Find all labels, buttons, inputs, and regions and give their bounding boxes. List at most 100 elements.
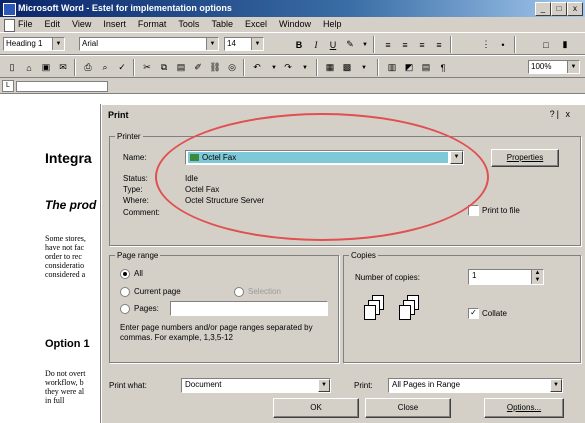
show-hide-icon[interactable]: ¶ [435, 60, 451, 75]
new-document-icon[interactable]: ▯ [4, 60, 20, 75]
toolbar-separator [514, 36, 516, 53]
numbering-icon[interactable]: ⋮ [478, 37, 494, 52]
zoom-combo[interactable]: 100% ▼ [528, 60, 580, 74]
insert-excel-icon[interactable]: ▩ [339, 60, 355, 75]
web-toolbar-icon[interactable]: ◎ [224, 60, 240, 75]
print-preview-icon[interactable]: ⌕ [97, 60, 113, 75]
font-value: Arial [82, 39, 99, 48]
properties-button[interactable]: Properties [491, 149, 559, 167]
menu-window[interactable]: Window [279, 19, 311, 29]
menu-table[interactable]: Table [211, 19, 233, 29]
chevron-down-icon[interactable]: ▼ [297, 60, 313, 75]
cut-icon[interactable]: ✂ [139, 60, 155, 75]
toolbar-separator [243, 59, 245, 76]
chevron-down-icon[interactable]: ▼ [318, 379, 330, 392]
save-icon[interactable]: ▣ [38, 60, 54, 75]
menu-edit[interactable]: Edit [45, 19, 61, 29]
print-icon[interactable]: ⎙ [80, 60, 96, 75]
print-to-file-checkbox[interactable] [468, 205, 479, 216]
bold-icon[interactable]: B [291, 37, 307, 52]
document-icon[interactable] [4, 19, 15, 32]
align-right-icon[interactable]: ≡ [414, 37, 430, 52]
word-app-icon[interactable] [3, 3, 16, 16]
undo-icon[interactable]: ↶ [249, 60, 265, 75]
highlight-icon[interactable]: ✎ [342, 37, 358, 52]
ruler: L [0, 78, 585, 94]
style-combo[interactable]: Heading 1 ▼ [3, 37, 65, 51]
options-button[interactable]: Options... [484, 398, 564, 418]
where-value: Octel Structure Server [185, 196, 265, 205]
format-painter-icon[interactable]: ✐ [190, 60, 206, 75]
number-of-copies-input[interactable]: 1 ▲ ▼ [468, 269, 544, 285]
print-what-select[interactable]: Document ▼ [181, 378, 331, 393]
chevron-down-icon[interactable]: ▼ [357, 37, 373, 52]
paste-icon[interactable]: ▤ [173, 60, 189, 75]
dialog-title: Print [108, 110, 129, 120]
drawing-icon[interactable]: ◩ [401, 60, 417, 75]
redo-icon[interactable]: ↷ [280, 60, 296, 75]
document-heading-1: Integra [45, 150, 92, 166]
minimize-button[interactable]: _ [535, 2, 551, 16]
pages-radio[interactable] [120, 304, 130, 314]
document-map-icon[interactable]: ▤ [418, 60, 434, 75]
ok-button[interactable]: OK [273, 398, 359, 418]
chevron-down-icon[interactable]: ▼ [567, 61, 579, 73]
selection-radio[interactable] [234, 287, 244, 297]
menu-excel[interactable]: Excel [245, 19, 267, 29]
close-window-button[interactable]: x [567, 2, 583, 16]
spelling-icon[interactable]: ✓ [114, 60, 130, 75]
hyperlink-icon[interactable]: ⛓ [207, 60, 223, 75]
help-close-icons[interactable]: ?| x [550, 109, 572, 119]
chevron-down-icon[interactable]: ▼ [52, 38, 64, 50]
chevron-down-icon[interactable]: ▼ [206, 38, 218, 50]
menu-view[interactable]: View [72, 19, 91, 29]
align-left-icon[interactable]: ≡ [380, 37, 396, 52]
toolbar-separator [373, 36, 375, 53]
chevron-down-icon[interactable]: ▼ [550, 379, 562, 392]
menu-help[interactable]: Help [323, 19, 342, 29]
font-size-combo[interactable]: 14 ▼ [224, 37, 264, 51]
email-icon[interactable]: ✉ [55, 60, 71, 75]
printer-name-select[interactable]: Octel Fax ▼ [185, 150, 464, 165]
ruler-strip[interactable] [16, 81, 108, 92]
underline-icon[interactable]: U [325, 37, 341, 52]
pages-input[interactable] [170, 301, 328, 316]
current-page-label: Current page [134, 287, 181, 296]
current-page-radio[interactable] [120, 287, 130, 297]
maximize-button[interactable]: □ [551, 2, 567, 16]
spinner-icon[interactable]: ▲ ▼ [531, 270, 543, 284]
toolbar-separator [377, 59, 379, 76]
collate-checkbox[interactable]: ✓ [468, 308, 479, 319]
copy-icon[interactable]: ⧉ [156, 60, 172, 75]
menu-tools[interactable]: Tools [178, 19, 199, 29]
insert-table-icon[interactable]: ▦ [322, 60, 338, 75]
document-heading-2: The prod [45, 198, 97, 212]
chevron-down-icon[interactable]: ▼ [356, 60, 372, 75]
align-center-icon[interactable]: ≡ [397, 37, 413, 52]
open-folder-icon[interactable]: ⌂ [21, 60, 37, 75]
menu-file[interactable]: File [18, 19, 33, 29]
tab-selector-icon[interactable]: L [2, 80, 14, 92]
columns-icon[interactable]: ▥ [384, 60, 400, 75]
print-value: All Pages in Range [392, 380, 461, 389]
print-select[interactable]: All Pages in Range ▼ [388, 378, 563, 393]
print-what-value: Document [185, 380, 222, 389]
print-label: Print: [354, 381, 373, 390]
chevron-down-icon[interactable]: ▼ [450, 151, 463, 164]
print-what-label: Print what: [109, 381, 147, 390]
justify-icon[interactable]: ≡ [431, 37, 447, 52]
italic-icon[interactable]: I [308, 37, 324, 52]
print-to-file-label: Print to file [482, 206, 520, 215]
toolbar-separator [133, 59, 135, 76]
menu-format[interactable]: Format [138, 19, 167, 29]
bullets-icon[interactable]: • [495, 37, 511, 52]
highlight-color-icon[interactable]: ▮ [557, 37, 573, 52]
status-label: Status: [123, 174, 148, 183]
menu-insert[interactable]: Insert [103, 19, 126, 29]
border-icon[interactable]: □ [538, 37, 554, 52]
close-button[interactable]: Close [365, 398, 451, 418]
font-combo[interactable]: Arial ▼ [79, 37, 219, 51]
chevron-down-icon[interactable]: ▼ [251, 38, 263, 50]
all-pages-radio[interactable] [120, 269, 130, 279]
collate-label: Collate [482, 309, 507, 318]
